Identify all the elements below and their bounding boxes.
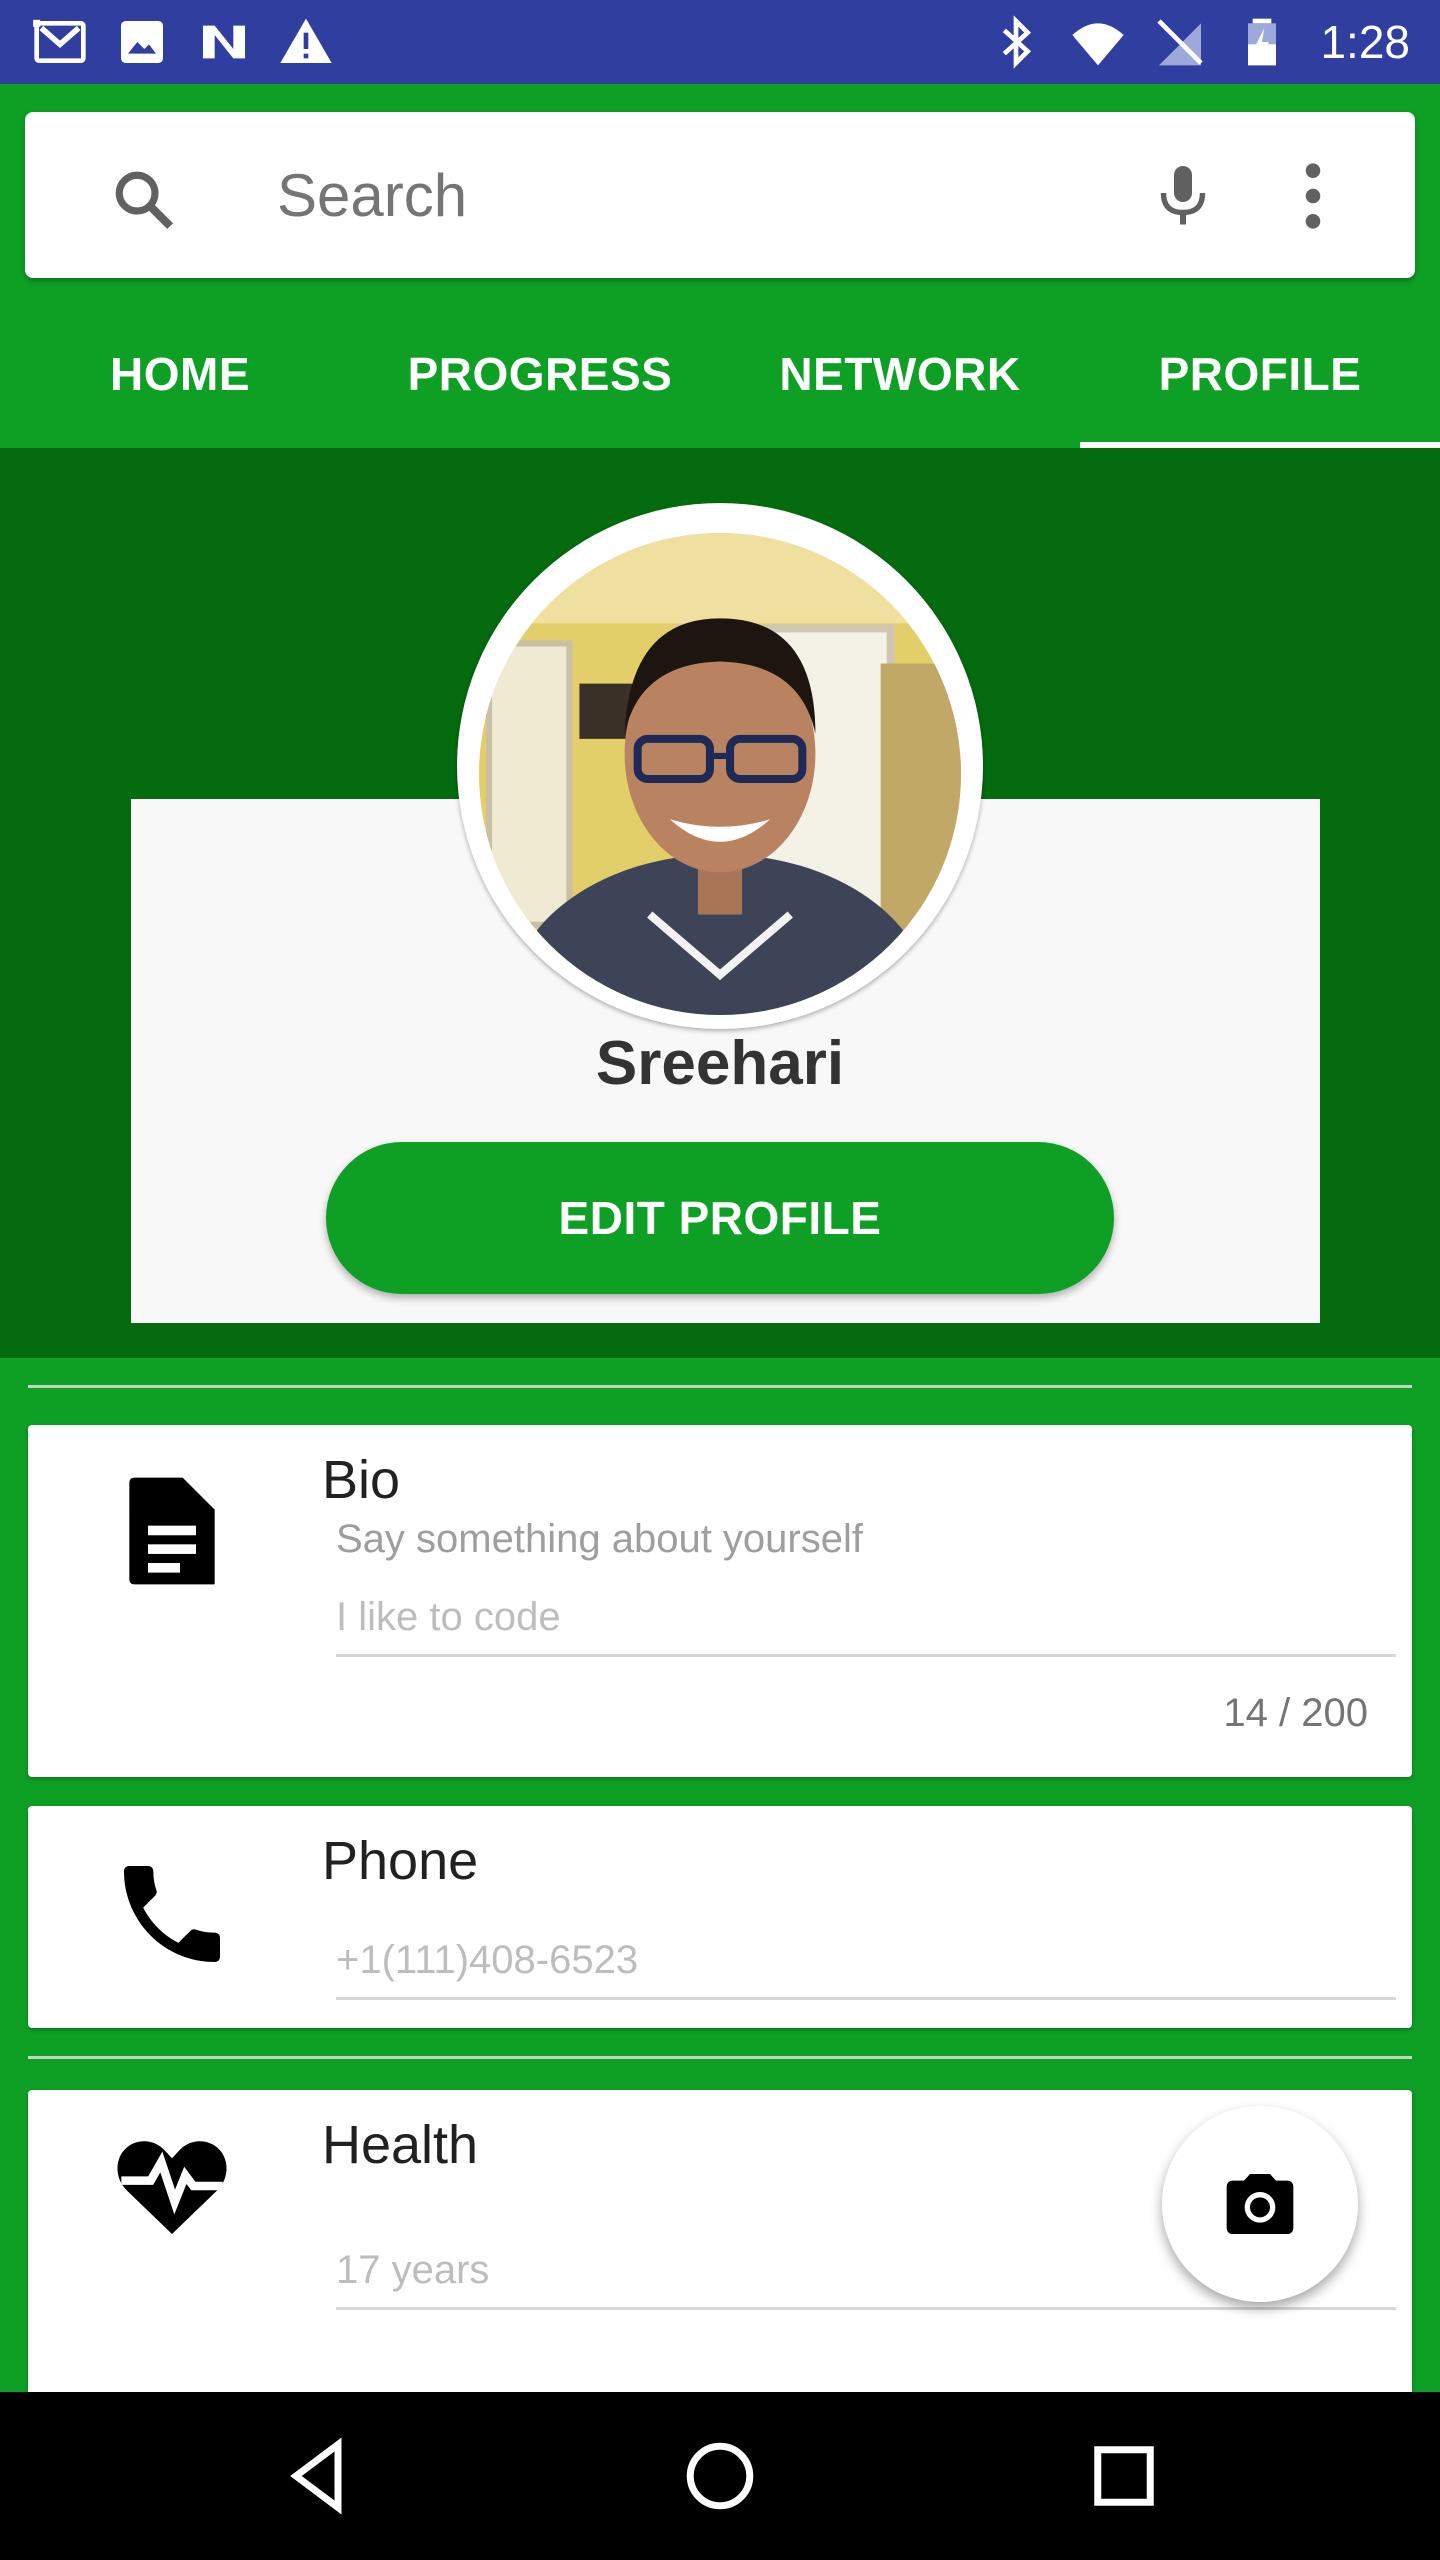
clock: 1:28: [1320, 16, 1410, 68]
profile-header: Sreehari EDIT PROFILE: [0, 448, 1440, 1358]
health-title: Health: [322, 2115, 479, 2175]
home-icon[interactable]: [678, 2434, 762, 2518]
profile-name: Sreehari: [595, 1029, 845, 1098]
bio-field[interactable]: I like to code: [336, 1595, 1396, 1657]
phone-field[interactable]: +1(111)408-6523: [336, 1938, 1396, 2000]
battery-charging-icon: [1232, 14, 1292, 70]
heart-pulse-icon: [108, 2122, 236, 2250]
microphone-icon[interactable]: [1147, 158, 1219, 234]
avatar[interactable]: [479, 533, 961, 1015]
document-icon: [108, 1467, 236, 1595]
tab-profile[interactable]: PROFILE: [1080, 300, 1440, 448]
section-divider: [28, 2056, 1412, 2059]
status-bar-system: 1:28: [986, 14, 1410, 70]
phone-card: Phone +1(111)408-6523: [28, 1806, 1412, 2028]
status-bar: 1:28: [0, 0, 1440, 84]
navigation-bar: [0, 2392, 1440, 2560]
tab-bar: HOME PROGRESS NETWORK PROFILE: [0, 300, 1440, 448]
avatar-frame: [457, 503, 983, 1029]
status-bar-notifications: [30, 14, 336, 70]
bio-card: Bio Say something about yourself I like …: [28, 1425, 1412, 1777]
search-input[interactable]: [277, 160, 1077, 230]
warning-icon: [276, 14, 336, 70]
camera-icon: [1226, 2174, 1294, 2234]
tab-network[interactable]: NETWORK: [720, 300, 1080, 448]
n-app-icon: [194, 14, 254, 70]
image-icon: [112, 14, 172, 70]
wifi-icon: [1068, 14, 1128, 70]
bio-title: Bio: [322, 1450, 401, 1510]
search-bar[interactable]: [25, 112, 1415, 278]
edit-profile-button[interactable]: EDIT PROFILE: [326, 1142, 1114, 1294]
no-sim-icon: [1150, 14, 1210, 70]
tab-home[interactable]: HOME: [0, 300, 360, 448]
recents-icon[interactable]: [1082, 2434, 1166, 2518]
search-icon[interactable]: [111, 167, 177, 233]
camera-fab[interactable]: [1162, 2106, 1358, 2302]
bluetooth-icon: [986, 14, 1046, 70]
more-options-icon[interactable]: [1293, 158, 1333, 234]
tab-progress[interactable]: PROGRESS: [360, 300, 720, 448]
gmail-icon: [30, 14, 90, 70]
bio-character-counter: 14 / 200: [1223, 1691, 1368, 1735]
section-divider: [28, 1385, 1412, 1388]
phone-icon: [108, 1850, 236, 1978]
back-icon[interactable]: [275, 2434, 359, 2518]
phone-title: Phone: [322, 1831, 479, 1891]
bio-hint: Say something about yourself: [336, 1517, 863, 1561]
